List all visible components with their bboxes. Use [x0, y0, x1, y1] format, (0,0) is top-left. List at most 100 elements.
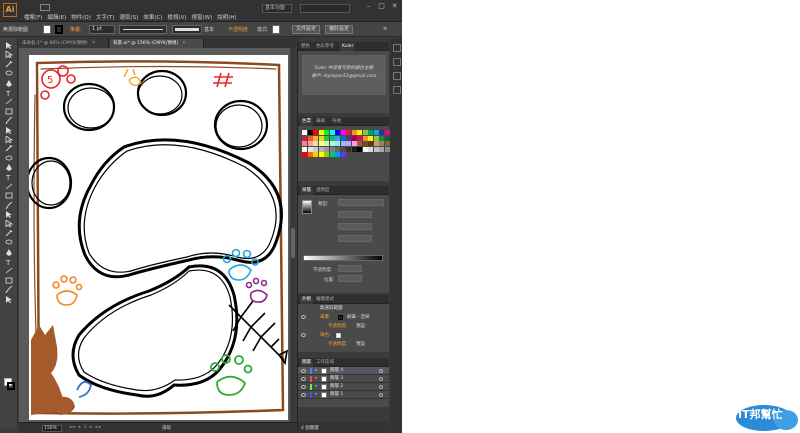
menu-edit[interactable]: 編輯(E): [47, 13, 66, 21]
color-swatch[interactable]: [379, 146, 384, 152]
zoom-field[interactable]: 156%: [42, 425, 62, 432]
gradient-type-select[interactable]: [338, 199, 384, 206]
stroke-weight-field[interactable]: 1 pt: [89, 25, 115, 34]
minimize-button[interactable]: –: [364, 2, 373, 10]
gradient-angle-field[interactable]: [338, 211, 372, 218]
appearance-fill-row[interactable]: 填色:: [298, 331, 389, 340]
color-swatch[interactable]: [313, 152, 318, 157]
maximize-button[interactable]: □: [377, 2, 386, 10]
menu-object[interactable]: 物件(O): [71, 13, 91, 21]
color-swatch[interactable]: [368, 135, 373, 141]
paw-artwork[interactable]: 5: [29, 55, 288, 420]
color-swatch[interactable]: [346, 146, 351, 152]
color-swatch[interactable]: [373, 130, 379, 135]
visibility-icon[interactable]: [301, 315, 306, 319]
tab-artboards[interactable]: 工作區域: [316, 359, 334, 367]
color-swatch[interactable]: [302, 135, 307, 141]
tab-kuler[interactable]: Kuler: [340, 43, 356, 51]
selection-tool-icon[interactable]: [5, 42, 13, 49]
tab-gradient[interactable]: 漸層: [300, 187, 313, 195]
target-icon[interactable]: [379, 385, 383, 389]
color-swatch[interactable]: [346, 141, 351, 146]
color-swatch[interactable]: [318, 152, 324, 157]
appearance-opacity-row-2[interactable]: 不透明度: 預設: [298, 340, 389, 349]
slice-tool-icon[interactable]: [5, 277, 13, 284]
gradient-preview[interactable]: [302, 200, 312, 214]
color-swatch[interactable]: [384, 146, 390, 152]
color-swatch[interactable]: [351, 130, 357, 135]
blob-brush-tool-icon[interactable]: [5, 135, 13, 143]
color-swatch[interactable]: [313, 130, 318, 135]
layer-row[interactable]: ▸ 圖層 3: [298, 375, 389, 383]
stroke-color-icon[interactable]: [338, 315, 343, 320]
scroll-thumb[interactable]: [291, 228, 295, 258]
target-icon[interactable]: [379, 369, 383, 373]
color-swatch[interactable]: [302, 141, 307, 146]
hand-tool-icon[interactable]: [5, 286, 13, 294]
tab-untitled-1[interactable]: 未命名-1* @ 66% (CMYK/預視) ✕: [19, 39, 109, 48]
menu-effect[interactable]: 效果(C): [143, 13, 162, 21]
color-swatch[interactable]: [351, 146, 357, 152]
color-swatch[interactable]: [340, 135, 346, 141]
visibility-icon[interactable]: [301, 393, 306, 397]
color-swatch[interactable]: [307, 146, 313, 152]
color-swatch[interactable]: [368, 141, 373, 146]
search-input[interactable]: [300, 4, 350, 13]
scale-tool-icon[interactable]: [5, 164, 13, 172]
brush-definition[interactable]: [172, 25, 202, 34]
color-swatch[interactable]: [351, 135, 357, 141]
menu-help[interactable]: 說明(H): [217, 13, 236, 21]
artboard-tool-icon[interactable]: [5, 267, 13, 274]
menu-file[interactable]: 檔案(F): [24, 13, 42, 21]
color-swatch[interactable]: [302, 152, 307, 157]
visibility-icon[interactable]: [301, 333, 306, 337]
color-swatch[interactable]: [329, 135, 335, 141]
color-swatch[interactable]: [335, 141, 340, 146]
column-graph-tool-icon[interactable]: T: [5, 258, 13, 265]
lasso-tool-icon[interactable]: [5, 70, 13, 77]
menu-type[interactable]: 文字(T): [96, 13, 115, 21]
color-swatch[interactable]: [307, 152, 313, 157]
color-swatch[interactable]: [307, 141, 313, 146]
color-swatch[interactable]: [318, 130, 324, 135]
expand-icon[interactable]: ▸: [315, 367, 317, 375]
appearance-opacity-row-1[interactable]: 不透明度: 預設: [298, 322, 389, 331]
close-button[interactable]: ✕: [390, 2, 399, 10]
color-swatch[interactable]: [324, 141, 329, 146]
artboard-nav[interactable]: ◂◂ ◂ 1 ▸ ▸▸: [69, 425, 102, 430]
layer-row[interactable]: ▸ 圖層 2: [298, 383, 389, 391]
color-swatch[interactable]: [307, 130, 313, 135]
color-swatch[interactable]: [351, 141, 357, 146]
color-swatch[interactable]: [346, 130, 351, 135]
color-swatch[interactable]: [302, 146, 307, 152]
color-swatch[interactable]: [329, 152, 335, 157]
color-swatch[interactable]: [335, 152, 340, 157]
tab-layers[interactable]: 圖層: [300, 359, 313, 367]
tab-graphic-styles[interactable]: 繪圖樣式: [316, 296, 334, 304]
tab-background-ai[interactable]: 背景.ai* @ 156% (CMYK/預視) ✕: [110, 39, 204, 48]
color-swatch[interactable]: [318, 135, 324, 141]
expand-icon[interactable]: ▸: [315, 391, 317, 399]
target-icon[interactable]: [379, 393, 383, 397]
gradient-position-field[interactable]: [338, 275, 362, 282]
color-swatch[interactable]: [329, 141, 335, 146]
pen-tool-icon[interactable]: [5, 79, 13, 87]
color-swatch[interactable]: [324, 130, 329, 135]
menu-view[interactable]: 檢視(V): [167, 13, 186, 21]
tab-color[interactable]: 顏色: [301, 43, 310, 51]
width-tool-icon[interactable]: T: [5, 173, 13, 180]
document-setup-button[interactable]: 文件設定: [292, 25, 321, 34]
direct-selection-tool-icon[interactable]: [5, 51, 13, 59]
color-swatch[interactable]: [324, 152, 329, 157]
canvas-area[interactable]: 5: [19, 48, 296, 422]
symbol-sprayer-tool-icon[interactable]: [5, 248, 13, 256]
color-swatch[interactable]: [373, 141, 379, 146]
color-swatch[interactable]: [318, 141, 324, 146]
color-swatch[interactable]: [368, 146, 373, 152]
free-transform-tool-icon[interactable]: [5, 183, 13, 190]
panel-icon[interactable]: [393, 86, 401, 94]
menu-window[interactable]: 視窗(W): [192, 13, 213, 21]
visibility-icon[interactable]: [301, 377, 306, 381]
zoom-tool-icon[interactable]: [5, 295, 13, 303]
color-swatch[interactable]: [384, 130, 390, 135]
